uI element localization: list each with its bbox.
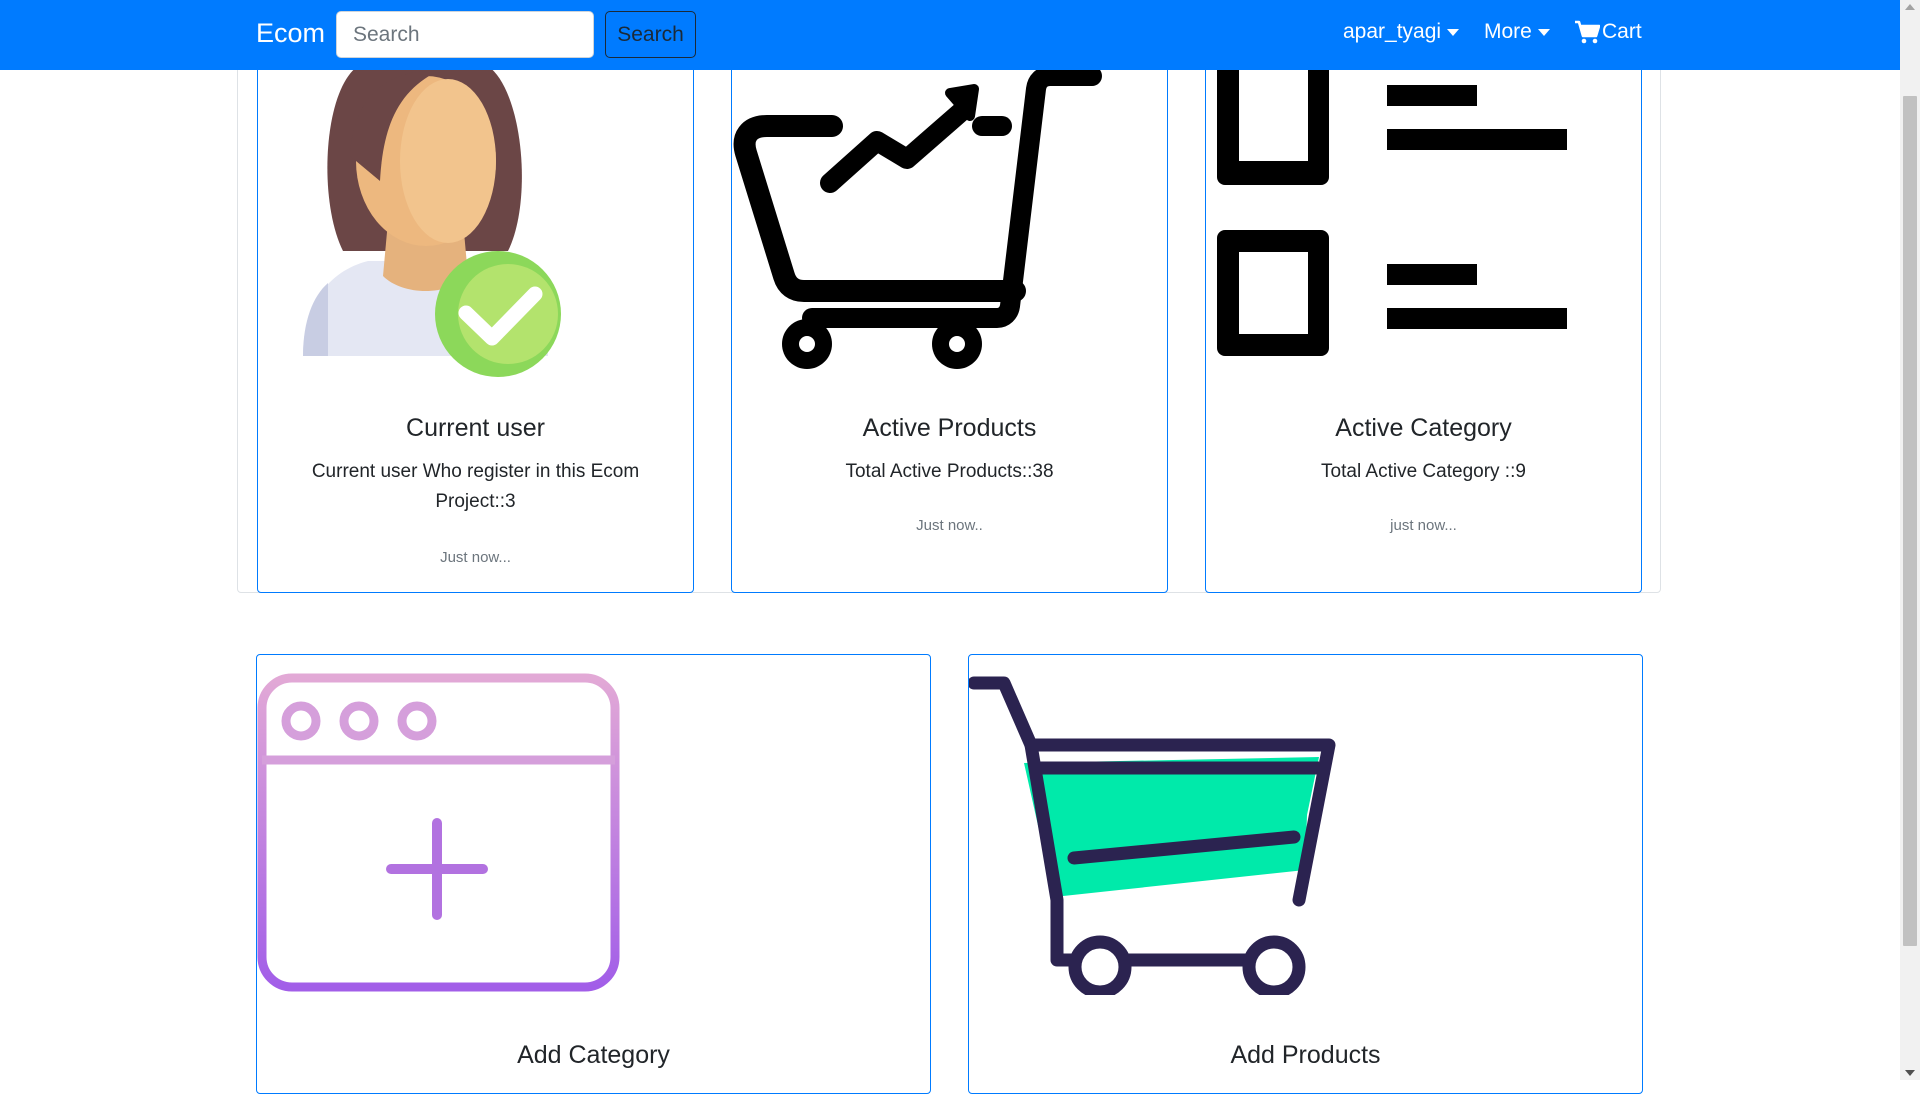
- scroll-down-arrow-icon[interactable]: [1905, 1070, 1915, 1076]
- card-title: Add Products: [1230, 1041, 1381, 1069]
- cart-growth-icon: [733, 66, 1102, 369]
- scroll-thumb[interactable]: [1903, 96, 1917, 946]
- card-title: Current user: [406, 414, 545, 442]
- card-text: Current user Who register in this Ecom P…: [311, 461, 640, 512]
- cart-label: Cart: [1602, 20, 1642, 43]
- chevron-down-icon: [1447, 28, 1460, 36]
- card-timestamp: Just now...: [440, 549, 511, 566]
- search-button[interactable]: Search: [605, 11, 696, 58]
- card-title: Active Category: [1335, 414, 1512, 442]
- active-category-card: Active Category Total Active Category ::…: [1205, 40, 1642, 593]
- user-menu-dropdown[interactable]: apar_tyagi: [1343, 20, 1460, 44]
- navbar: Ecom Search apar_tyagi More Cart: [0, 0, 1900, 70]
- add-products-card[interactable]: Add Products: [968, 654, 1643, 1094]
- brand-link[interactable]: Ecom: [256, 18, 325, 49]
- current-user-card: Current user Current user Who register i…: [257, 40, 694, 593]
- scrollbar[interactable]: [1900, 0, 1920, 1080]
- add-category-card[interactable]: Add Category: [256, 654, 931, 1094]
- active-products-card: Active Products Total Active Products::3…: [731, 40, 1168, 593]
- card-text: Total Active Products::38: [845, 461, 1054, 482]
- user-menu-label: apar_tyagi: [1343, 20, 1442, 43]
- shopping-cart-icon: [969, 676, 1336, 995]
- scroll-up-arrow-icon[interactable]: [1905, 4, 1915, 10]
- cart-icon: [1575, 20, 1600, 44]
- card-timestamp: just now...: [1390, 517, 1457, 534]
- card-title: Active Products: [862, 414, 1037, 442]
- browser-add-icon: [257, 673, 620, 992]
- chevron-down-icon: [1537, 28, 1550, 36]
- card-text: Total Active Category ::9: [1321, 461, 1526, 482]
- cart-link[interactable]: Cart: [1574, 20, 1642, 44]
- list-icon: [1217, 59, 1567, 356]
- card-timestamp: Just now..: [916, 517, 983, 534]
- more-menu-label: More: [1484, 20, 1532, 43]
- search-input[interactable]: [336, 11, 594, 58]
- more-menu-dropdown[interactable]: More: [1484, 20, 1550, 44]
- user-check-icon: [303, 66, 561, 377]
- card-title: Add Category: [517, 1041, 670, 1069]
